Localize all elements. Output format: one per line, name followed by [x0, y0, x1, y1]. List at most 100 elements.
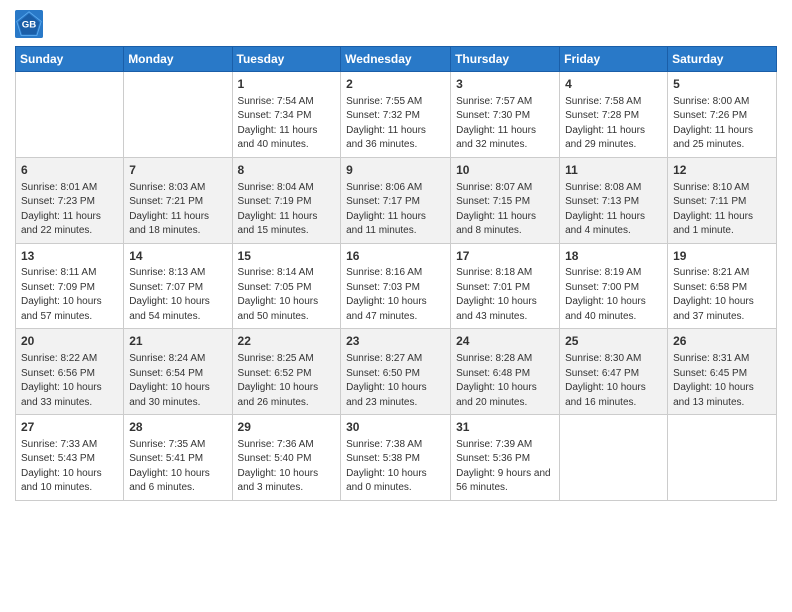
day-header-wednesday: Wednesday	[341, 47, 451, 72]
day-info: Sunrise: 8:28 AM Sunset: 6:48 PM Dayligh…	[456, 352, 554, 410]
day-cell: 3 Sunrise: 7:57 AM Sunset: 7:30 PM Daylig…	[451, 72, 560, 158]
day-cell: 6 Sunrise: 8:01 AM Sunset: 7:23 PM Daylig…	[16, 157, 124, 243]
day-number: 6	[21, 162, 118, 179]
day-number: 13	[21, 248, 118, 265]
day-number: 12	[673, 162, 771, 179]
day-info: Sunrise: 8:03 AM Sunset: 7:21 PM Dayligh…	[129, 181, 226, 239]
day-number: 10	[456, 162, 554, 179]
week-row-4: 20Sunrise: 8:22 AM Sunset: 6:56 PM Dayli…	[16, 329, 777, 415]
day-info: Sunrise: 8:06 AM Sunset: 7:17 PM Dayligh…	[346, 181, 445, 239]
week-row-5: 27Sunrise: 7:33 AM Sunset: 5:43 PM Dayli…	[16, 415, 777, 501]
calendar-table: SundayMondayTuesdayWednesdayThursdayFrid…	[15, 46, 777, 501]
header: GB	[15, 10, 777, 38]
day-number: 9	[346, 162, 445, 179]
day-cell: 9 Sunrise: 8:06 AM Sunset: 7:17 PM Daylig…	[341, 157, 451, 243]
day-number: 24	[456, 333, 554, 350]
day-cell: 20Sunrise: 8:22 AM Sunset: 6:56 PM Dayli…	[16, 329, 124, 415]
day-number: 1	[238, 76, 336, 93]
day-number: 16	[346, 248, 445, 265]
day-info: Sunrise: 8:24 AM Sunset: 6:54 PM Dayligh…	[129, 352, 226, 410]
day-info: Sunrise: 8:00 AM Sunset: 7:26 PM Dayligh…	[673, 95, 771, 153]
day-cell: 19Sunrise: 8:21 AM Sunset: 6:58 PM Dayli…	[668, 243, 777, 329]
day-info: Sunrise: 8:13 AM Sunset: 7:07 PM Dayligh…	[129, 266, 226, 324]
day-number: 18	[565, 248, 662, 265]
day-info: Sunrise: 7:33 AM Sunset: 5:43 PM Dayligh…	[21, 438, 118, 496]
day-number: 19	[673, 248, 771, 265]
day-cell: 22 Sunrise: 8:25 AM Sunset: 6:52 PM Dayli…	[232, 329, 341, 415]
day-info: Sunrise: 8:04 AM Sunset: 7:19 PM Dayligh…	[238, 181, 336, 239]
day-number: 31	[456, 419, 554, 436]
day-cell: 12 Sunrise: 8:10 AM Sunset: 7:11 PM Dayli…	[668, 157, 777, 243]
day-info: Sunrise: 8:08 AM Sunset: 7:13 PM Dayligh…	[565, 181, 662, 239]
day-cell: 11 Sunrise: 8:08 AM Sunset: 7:13 PM Dayli…	[560, 157, 668, 243]
week-row-1: 1 Sunrise: 7:54 AM Sunset: 7:34 PM Daylig…	[16, 72, 777, 158]
day-info: Sunrise: 8:11 AM Sunset: 7:09 PM Dayligh…	[21, 266, 118, 324]
day-header-friday: Friday	[560, 47, 668, 72]
day-header-tuesday: Tuesday	[232, 47, 341, 72]
svg-text:GB: GB	[22, 20, 36, 31]
day-number: 8	[238, 162, 336, 179]
week-row-2: 6 Sunrise: 8:01 AM Sunset: 7:23 PM Daylig…	[16, 157, 777, 243]
day-number: 22	[238, 333, 336, 350]
logo-icon: GB	[15, 10, 43, 38]
day-info: Sunrise: 7:55 AM Sunset: 7:32 PM Dayligh…	[346, 95, 445, 153]
day-number: 4	[565, 76, 662, 93]
day-number: 29	[238, 419, 336, 436]
day-cell	[560, 415, 668, 501]
day-info: Sunrise: 7:39 AM Sunset: 5:36 PM Dayligh…	[456, 438, 554, 496]
day-cell: 25Sunrise: 8:30 AM Sunset: 6:47 PM Dayli…	[560, 329, 668, 415]
day-info: Sunrise: 7:57 AM Sunset: 7:30 PM Dayligh…	[456, 95, 554, 153]
day-cell: 31 Sunrise: 7:39 AM Sunset: 5:36 PM Dayli…	[451, 415, 560, 501]
day-number: 15	[238, 248, 336, 265]
day-number: 5	[673, 76, 771, 93]
day-cell: 17Sunrise: 8:18 AM Sunset: 7:01 PM Dayli…	[451, 243, 560, 329]
day-cell: 28Sunrise: 7:35 AM Sunset: 5:41 PM Dayli…	[124, 415, 232, 501]
day-number: 21	[129, 333, 226, 350]
day-cell: 30 Sunrise: 7:38 AM Sunset: 5:38 PM Dayli…	[341, 415, 451, 501]
page: GB SundayMondayTuesdayWednesdayThursdayF…	[0, 0, 792, 612]
day-info: Sunrise: 8:14 AM Sunset: 7:05 PM Dayligh…	[238, 266, 336, 324]
day-cell: 7 Sunrise: 8:03 AM Sunset: 7:21 PM Daylig…	[124, 157, 232, 243]
day-info: Sunrise: 7:36 AM Sunset: 5:40 PM Dayligh…	[238, 438, 336, 496]
day-number: 17	[456, 248, 554, 265]
day-cell: 10 Sunrise: 8:07 AM Sunset: 7:15 PM Dayli…	[451, 157, 560, 243]
day-number: 14	[129, 248, 226, 265]
day-info: Sunrise: 7:58 AM Sunset: 7:28 PM Dayligh…	[565, 95, 662, 153]
day-number: 3	[456, 76, 554, 93]
day-info: Sunrise: 8:01 AM Sunset: 7:23 PM Dayligh…	[21, 181, 118, 239]
day-number: 11	[565, 162, 662, 179]
day-cell: 26Sunrise: 8:31 AM Sunset: 6:45 PM Dayli…	[668, 329, 777, 415]
day-cell: 2 Sunrise: 7:55 AM Sunset: 7:32 PM Daylig…	[341, 72, 451, 158]
day-number: 7	[129, 162, 226, 179]
day-cell: 1 Sunrise: 7:54 AM Sunset: 7:34 PM Daylig…	[232, 72, 341, 158]
week-row-3: 13Sunrise: 8:11 AM Sunset: 7:09 PM Dayli…	[16, 243, 777, 329]
day-cell: 15Sunrise: 8:14 AM Sunset: 7:05 PM Dayli…	[232, 243, 341, 329]
day-cell: 8 Sunrise: 8:04 AM Sunset: 7:19 PM Daylig…	[232, 157, 341, 243]
day-header-saturday: Saturday	[668, 47, 777, 72]
day-info: Sunrise: 8:07 AM Sunset: 7:15 PM Dayligh…	[456, 181, 554, 239]
day-info: Sunrise: 8:31 AM Sunset: 6:45 PM Dayligh…	[673, 352, 771, 410]
day-cell	[124, 72, 232, 158]
day-info: Sunrise: 7:54 AM Sunset: 7:34 PM Dayligh…	[238, 95, 336, 153]
day-number: 2	[346, 76, 445, 93]
day-info: Sunrise: 8:10 AM Sunset: 7:11 PM Dayligh…	[673, 181, 771, 239]
day-cell: 27Sunrise: 7:33 AM Sunset: 5:43 PM Dayli…	[16, 415, 124, 501]
day-info: Sunrise: 8:22 AM Sunset: 6:56 PM Dayligh…	[21, 352, 118, 410]
day-number: 30	[346, 419, 445, 436]
day-header-sunday: Sunday	[16, 47, 124, 72]
day-cell	[668, 415, 777, 501]
day-info: Sunrise: 7:35 AM Sunset: 5:41 PM Dayligh…	[129, 438, 226, 496]
day-cell: 24 Sunrise: 8:28 AM Sunset: 6:48 PM Dayli…	[451, 329, 560, 415]
day-info: Sunrise: 8:25 AM Sunset: 6:52 PM Dayligh…	[238, 352, 336, 410]
day-header-thursday: Thursday	[451, 47, 560, 72]
day-cell: 14Sunrise: 8:13 AM Sunset: 7:07 PM Dayli…	[124, 243, 232, 329]
day-info: Sunrise: 7:38 AM Sunset: 5:38 PM Dayligh…	[346, 438, 445, 496]
day-cell: 16Sunrise: 8:16 AM Sunset: 7:03 PM Dayli…	[341, 243, 451, 329]
day-info: Sunrise: 8:18 AM Sunset: 7:01 PM Dayligh…	[456, 266, 554, 324]
day-cell: 4 Sunrise: 7:58 AM Sunset: 7:28 PM Daylig…	[560, 72, 668, 158]
day-cell: 21 Sunrise: 8:24 AM Sunset: 6:54 PM Dayli…	[124, 329, 232, 415]
day-info: Sunrise: 8:16 AM Sunset: 7:03 PM Dayligh…	[346, 266, 445, 324]
day-cell	[16, 72, 124, 158]
logo: GB	[15, 10, 47, 38]
day-info: Sunrise: 8:27 AM Sunset: 6:50 PM Dayligh…	[346, 352, 445, 410]
